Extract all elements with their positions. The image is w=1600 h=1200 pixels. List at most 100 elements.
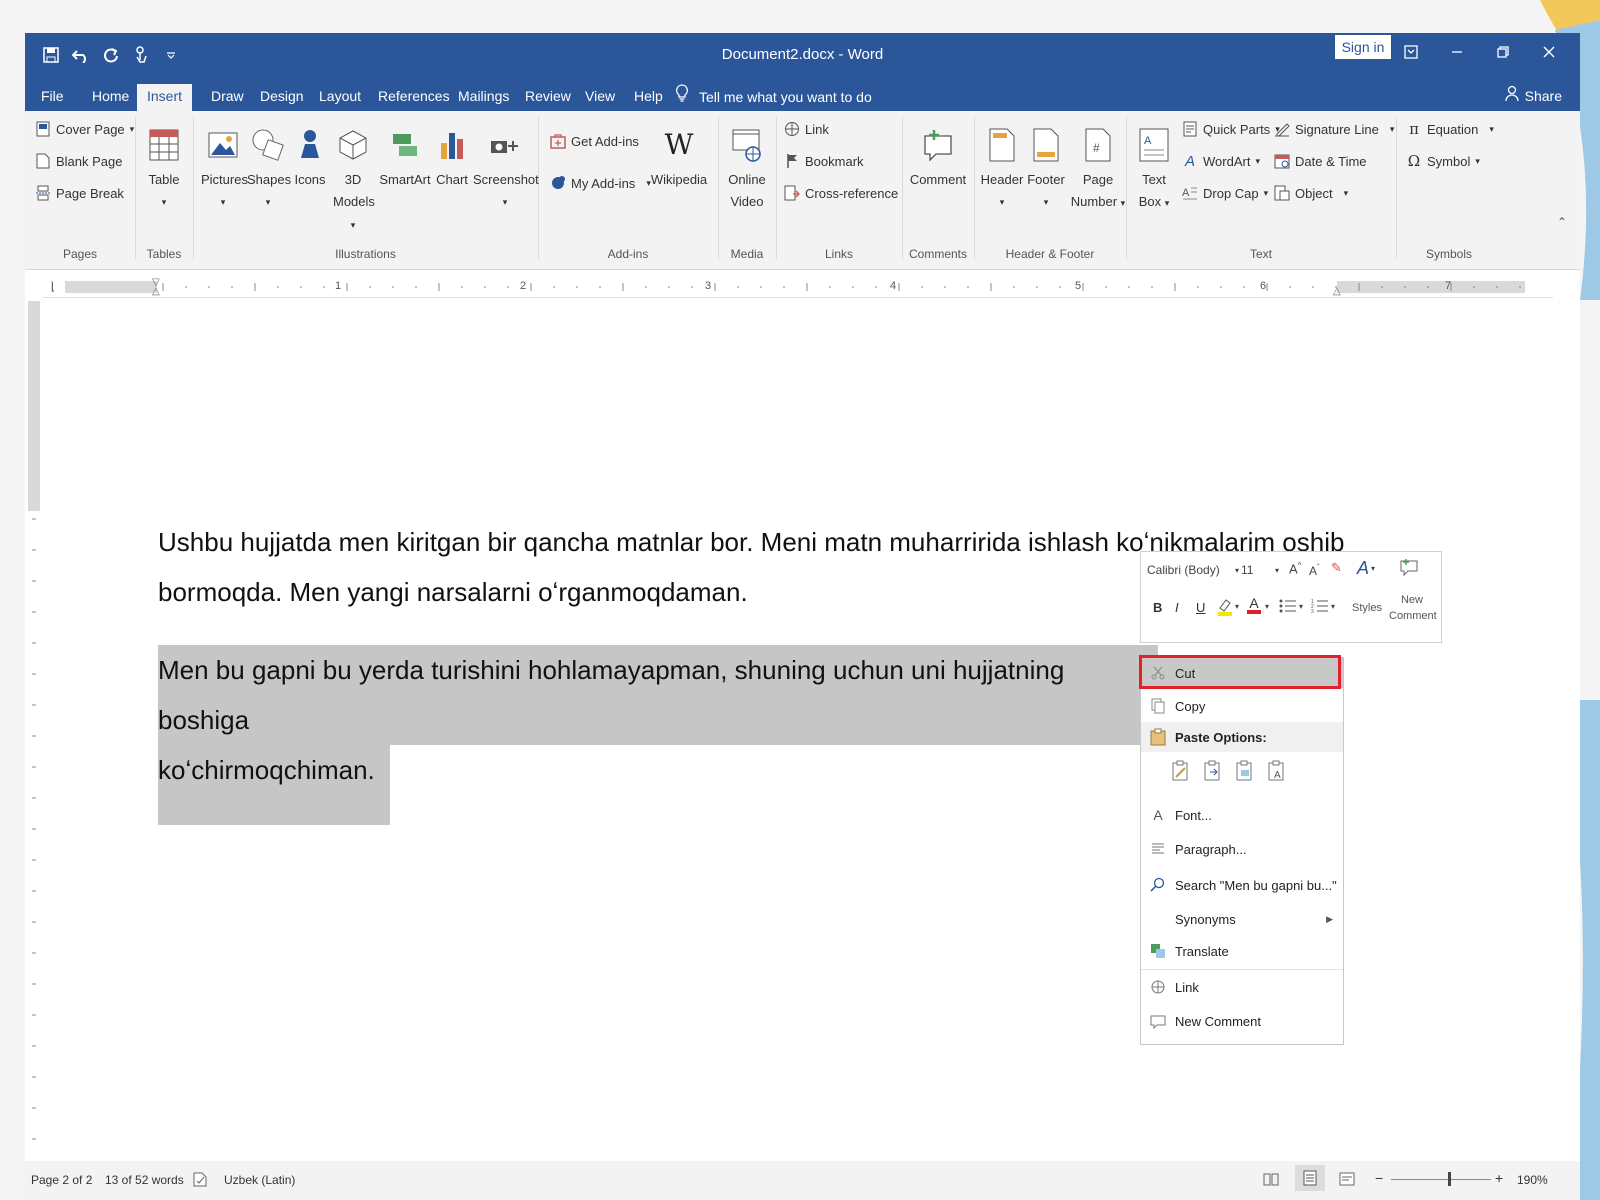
signature-line-button[interactable]: Signature Line ▾ [1274, 121, 1394, 137]
font-color-chevron-down-icon[interactable]: ▾ [1265, 602, 1269, 611]
header-button[interactable]: Header ▾ [980, 121, 1024, 213]
styles-pane-icon[interactable]: A [1357, 558, 1369, 579]
zoom-slider-thumb[interactable] [1448, 1172, 1451, 1186]
collapse-ribbon-icon[interactable]: ⌃ [1557, 215, 1567, 229]
tab-insert[interactable]: Insert [137, 84, 193, 111]
tab-references[interactable]: References [368, 84, 460, 111]
highlight-chevron-down-icon[interactable]: ▾ [1235, 602, 1239, 611]
object-button[interactable]: Object ▾ [1274, 185, 1348, 201]
chart-button[interactable]: Chart [433, 121, 471, 191]
bullets-chevron-down-icon[interactable]: ▾ [1299, 602, 1303, 611]
numbering-icon[interactable]: 123 [1311, 598, 1329, 619]
bookmark-button[interactable]: Bookmark [784, 153, 864, 169]
numbering-chevron-down-icon[interactable]: ▾ [1331, 602, 1335, 611]
menu-item-cut[interactable]: Cut [1139, 655, 1343, 689]
symbol-button[interactable]: Ω Symbol ▾ [1406, 152, 1480, 170]
quick-parts-button[interactable]: Quick Parts ▾ [1182, 121, 1280, 137]
my-addins-button[interactable]: My Add-ins ▾ [550, 175, 651, 191]
read-mode-icon[interactable] [1263, 1171, 1279, 1190]
word-count[interactable]: 13 of 52 words [105, 1173, 184, 1187]
shrink-font-icon[interactable]: Aˇ [1309, 563, 1320, 578]
wordart-button[interactable]: A WordArt ▾ [1182, 153, 1260, 170]
menu-item-paragraph[interactable]: Paragraph... [1141, 834, 1343, 864]
hanging-indent-marker[interactable]: △ [152, 286, 160, 297]
tell-me-search[interactable]: Tell me what you want to do [675, 84, 872, 109]
text-box-button[interactable]: A Text Box ▾ [1132, 121, 1176, 214]
online-video-button[interactable]: Online Video [724, 121, 770, 213]
blank-page-button[interactable]: Blank Page [35, 153, 123, 169]
sign-in-button[interactable]: Sign in [1335, 35, 1391, 59]
tab-layout[interactable]: Layout [309, 84, 371, 111]
tab-review[interactable]: Review [515, 84, 581, 111]
page-number-button[interactable]: # Page Number ▾ [1070, 121, 1126, 214]
icons-button[interactable]: Icons [291, 121, 329, 191]
print-layout-icon[interactable] [1295, 1165, 1325, 1191]
tab-home[interactable]: Home [82, 84, 139, 111]
menu-item-copy[interactable]: Copy [1141, 691, 1343, 721]
tab-design[interactable]: Design [250, 84, 314, 111]
tab-view[interactable]: View [575, 84, 625, 111]
bullets-icon[interactable] [1279, 598, 1297, 619]
drop-cap-button[interactable]: A Drop Cap ▾ [1182, 185, 1268, 201]
ribbon-display-options-icon[interactable] [1388, 39, 1434, 65]
new-comment-icon[interactable] [1399, 557, 1419, 582]
table-button[interactable]: Table ▾ [143, 121, 185, 213]
font-name-dropdown[interactable]: Calibri (Body) ▾ [1147, 560, 1239, 580]
link-button[interactable]: Link [784, 121, 829, 137]
restore-icon[interactable] [1480, 39, 1526, 65]
italic-button[interactable]: I [1175, 600, 1179, 615]
cross-reference-button[interactable]: Cross-reference [784, 185, 898, 201]
styles-label[interactable]: Styles [1352, 602, 1382, 614]
pictures-button[interactable]: Pictures ▾ [201, 121, 248, 213]
new-comment-label[interactable]: New Comment [1389, 592, 1437, 624]
tab-help[interactable]: Help [624, 84, 673, 111]
font-color-icon[interactable]: A [1247, 596, 1261, 614]
page-count[interactable]: Page 2 of 2 [31, 1173, 92, 1187]
footer-button[interactable]: Footer ▾ [1024, 121, 1068, 213]
bold-button[interactable]: B [1153, 600, 1162, 615]
page-break-button[interactable]: Page Break [35, 185, 124, 201]
styles-chevron-down-icon[interactable]: ▾ [1371, 564, 1375, 573]
language[interactable]: Uzbek (Latin) [224, 1173, 295, 1187]
vertical-ruler[interactable] [25, 299, 44, 1159]
get-addins-button[interactable]: Get Add-ins [550, 133, 639, 149]
right-indent-marker[interactable]: △ [1333, 286, 1341, 297]
proofing-icon[interactable] [193, 1171, 209, 1190]
date-time-button[interactable]: Date & Time [1274, 153, 1367, 169]
menu-item-link[interactable]: Link [1141, 972, 1343, 1002]
menu-item-new-comment[interactable]: New Comment [1141, 1006, 1343, 1036]
tab-mailings[interactable]: Mailings [448, 84, 519, 111]
close-icon[interactable] [1526, 39, 1572, 65]
paste-merge-formatting-icon[interactable] [1203, 760, 1223, 785]
zoom-in-button[interactable]: + [1495, 1170, 1503, 1186]
minimize-icon[interactable] [1434, 39, 1480, 65]
web-layout-icon[interactable] [1339, 1171, 1355, 1190]
menu-item-synonyms[interactable]: Synonyms ▶ [1141, 904, 1343, 934]
share-button[interactable]: Share [1504, 84, 1562, 108]
paste-keep-text-only-icon[interactable]: A [1267, 760, 1287, 785]
zoom-level[interactable]: 190% [1517, 1173, 1548, 1187]
underline-button[interactable]: U [1196, 600, 1205, 615]
paste-picture-icon[interactable] [1235, 760, 1255, 785]
paste-keep-source-formatting-icon[interactable] [1171, 760, 1191, 785]
cover-page-button[interactable]: Cover Page ▾ [35, 121, 134, 137]
3d-models-button[interactable]: 3D Models ▾ [333, 121, 375, 236]
screenshot-button[interactable]: Screenshot ▾ [473, 121, 539, 213]
zoom-out-button[interactable]: − [1375, 1170, 1383, 1186]
menu-item-search[interactable]: Search "Men bu gapni bu..." [1141, 870, 1343, 900]
tab-file[interactable]: File [31, 84, 74, 111]
comment-button[interactable]: Comment [908, 121, 968, 191]
smartart-button[interactable]: SmartArt [377, 121, 433, 191]
zoom-slider-track[interactable] [1391, 1179, 1491, 1180]
wikipedia-button[interactable]: W Wikipedia [650, 121, 708, 191]
menu-item-translate[interactable]: Translate [1141, 936, 1343, 966]
format-painter-icon[interactable]: ✎ [1331, 560, 1342, 576]
shapes-button[interactable]: Shapes ▾ [247, 121, 291, 213]
equation-button[interactable]: π Equation ▾ [1406, 120, 1494, 138]
highlight-color-icon[interactable] [1216, 598, 1234, 621]
menu-item-font[interactable]: A Font... [1141, 800, 1343, 830]
horizontal-ruler[interactable]: ⌊ 1 2 3 4 5 6 7 ▽ △ △ [43, 277, 1553, 298]
tab-draw[interactable]: Draw [201, 84, 254, 111]
font-size-dropdown[interactable]: 11 ▾ [1241, 560, 1279, 580]
grow-font-icon[interactable]: A^ [1289, 561, 1301, 576]
